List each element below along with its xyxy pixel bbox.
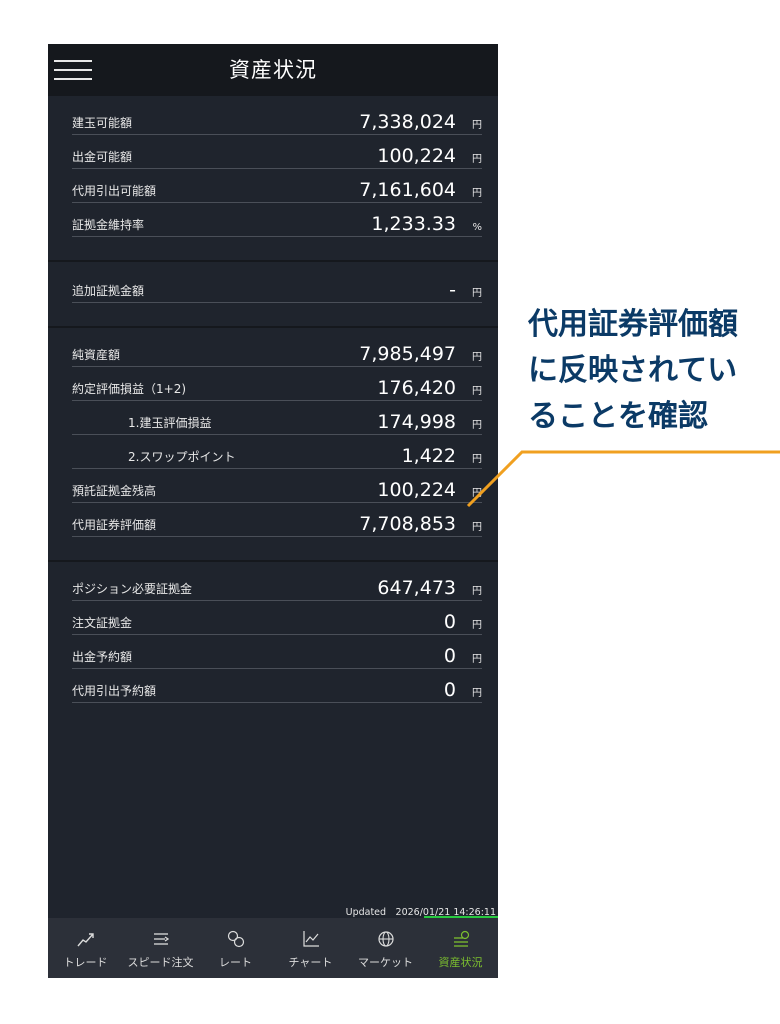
callout-line: 代用証券評価額 bbox=[528, 307, 738, 342]
callout-line: に反映されてい bbox=[528, 353, 738, 388]
annotation-callout: 代用証券評価額 に反映されてい ることを確認 bbox=[528, 302, 780, 440]
leader-line bbox=[466, 450, 780, 508]
callout-line: ることを確認 bbox=[528, 399, 708, 434]
callout-leader-line bbox=[466, 450, 780, 508]
